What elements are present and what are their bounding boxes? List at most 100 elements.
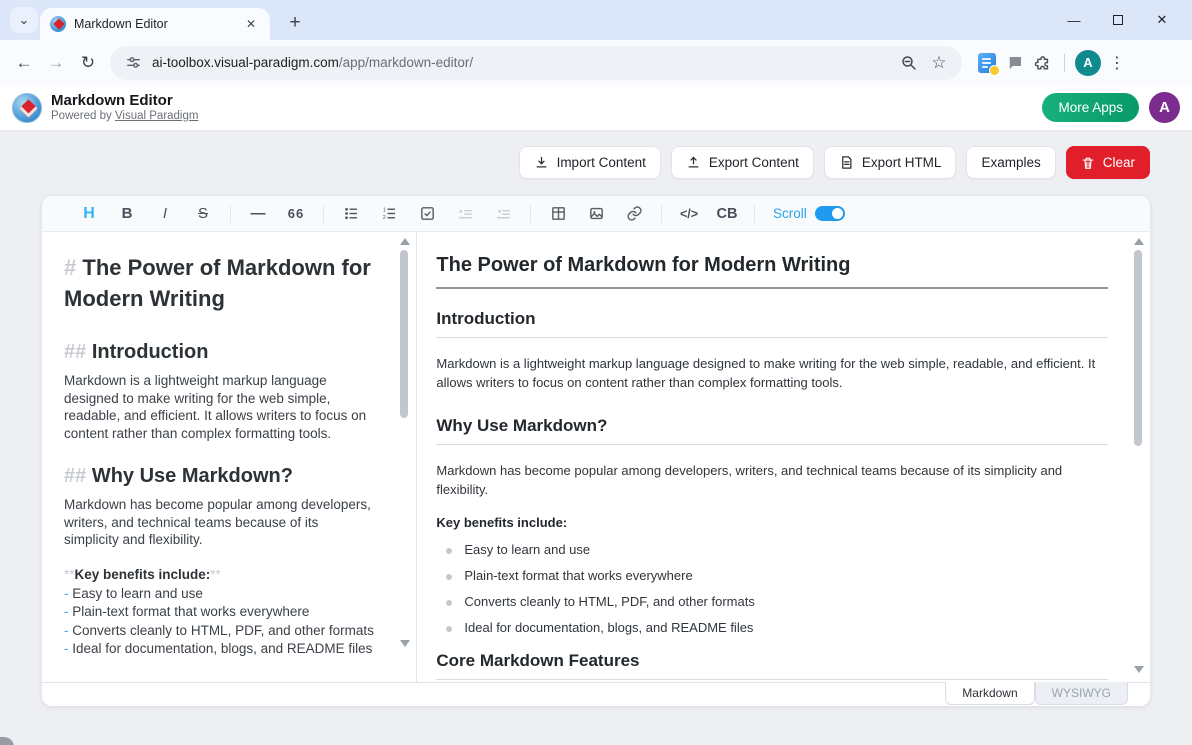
ordered-list-icon: 1 2 (381, 205, 398, 222)
browser-tab[interactable]: Markdown Editor ✕ (40, 8, 270, 40)
new-tab-button[interactable]: + (282, 10, 308, 36)
link-button[interactable] (619, 201, 649, 227)
svg-text:1: 1 (382, 207, 385, 213)
forward-button[interactable]: → (40, 47, 72, 79)
browser-menu-icon[interactable]: ⋮ (1107, 53, 1127, 73)
code-block-button[interactable]: CB (712, 201, 742, 227)
tab-markdown[interactable]: Markdown (945, 682, 1034, 705)
scroll-up-icon[interactable] (400, 238, 410, 245)
benefit-text: Easy to learn and use (72, 586, 203, 601)
browser-toolbar: ← → ↻ ai-toolbox.visual-paradigm.com/app… (0, 40, 1192, 85)
app-header: Markdown Editor Powered by Visual Paradi… (0, 85, 1192, 131)
site-settings-icon[interactable] (122, 52, 144, 74)
svg-text:2: 2 (382, 215, 385, 221)
url-text: ai-toolbox.visual-paradigm.com/app/markd… (152, 55, 890, 70)
source-why-text: Markdown has become popular among develo… (64, 496, 376, 549)
floating-corner-widget[interactable] (0, 737, 14, 745)
ordered-list-button[interactable]: 1 2 (374, 201, 404, 227)
reload-button[interactable]: ↻ (72, 47, 104, 79)
browser-profile-avatar[interactable]: A (1075, 50, 1101, 76)
source-scrollbar[interactable] (398, 236, 410, 677)
horizontal-rule-button[interactable]: — (243, 201, 273, 227)
clear-button[interactable]: Clear (1066, 146, 1150, 179)
app-titles: Markdown Editor Powered by Visual Paradi… (51, 92, 198, 124)
markdown-source-pane[interactable]: # The Power of Markdown for Modern Writi… (42, 232, 416, 682)
export-html-button[interactable]: Export HTML (824, 146, 957, 179)
inline-code-button[interactable]: </> (674, 201, 704, 227)
chevron-down-icon: ⌄ (19, 12, 30, 28)
tab-close-icon[interactable]: ✕ (242, 15, 260, 33)
document-actions: Import Content Export Content Export HTM… (519, 146, 1150, 179)
preview-h1: The Power of Markdown for Modern Writing (436, 254, 1108, 289)
tab-search-button[interactable]: ⌄ (10, 7, 38, 33)
source-h1: # The Power of Markdown for Modern Writi… (64, 252, 376, 314)
comment-extension-icon[interactable] (1004, 52, 1026, 74)
dash-marker: - (64, 623, 69, 638)
minimize-button[interactable]: — (1052, 0, 1096, 40)
browser-tab-strip: ⌄ Markdown Editor ✕ + — ✕ (0, 0, 1192, 40)
toolbar-separator (323, 205, 324, 223)
docs-offline-extension-icon[interactable] (976, 52, 998, 74)
examples-button[interactable]: Examples (966, 146, 1055, 179)
visual-paradigm-link[interactable]: Visual Paradigm (115, 110, 199, 122)
export-content-button[interactable]: Export Content (671, 146, 814, 179)
source-list-item: - Converts cleanly to HTML, PDF, and oth… (64, 622, 376, 641)
import-content-button[interactable]: Import Content (519, 146, 661, 179)
source-h2: ## Why Use Markdown? (64, 464, 376, 489)
toolbar-separator (1064, 54, 1065, 72)
table-button[interactable] (543, 201, 573, 227)
preview-scrollbar[interactable] (1132, 236, 1144, 677)
scroll-sync-control[interactable]: Scroll (773, 206, 845, 221)
scroll-down-icon[interactable] (1134, 666, 1144, 673)
outdent-button[interactable] (488, 201, 518, 227)
benefit-text: Converts cleanly to HTML, PDF, and other… (72, 623, 374, 638)
site-favicon-icon (50, 16, 66, 32)
examples-label: Examples (981, 155, 1040, 170)
bookmark-star-icon[interactable]: ☆ (928, 52, 950, 74)
zoom-out-icon[interactable] (898, 52, 920, 74)
italic-button[interactable]: I (150, 201, 180, 227)
source-why-heading: Why Use Markdown? (92, 465, 293, 487)
strikethrough-button[interactable]: S (188, 201, 218, 227)
source-title-text: The Power of Markdown for Modern Writing (64, 255, 371, 311)
more-apps-button[interactable]: More Apps (1042, 93, 1139, 122)
list-item: Plain-text format that works everywhere (446, 568, 1108, 583)
outdent-icon (495, 205, 512, 222)
extensions-puzzle-icon[interactable] (1032, 52, 1054, 74)
list-item: Converts cleanly to HTML, PDF, and other… (446, 594, 1108, 609)
file-icon (839, 155, 854, 170)
source-intro-text: Markdown is a lightweight markup languag… (64, 372, 376, 442)
address-bar[interactable]: ai-toolbox.visual-paradigm.com/app/markd… (110, 46, 962, 80)
image-button[interactable] (581, 201, 611, 227)
maximize-button[interactable] (1096, 0, 1140, 40)
source-h2: ## Introduction (64, 340, 376, 365)
tab-wysiwyg[interactable]: WYSIWYG (1035, 682, 1128, 705)
scroll-up-icon[interactable] (1134, 238, 1144, 245)
user-avatar[interactable]: A (1149, 92, 1180, 123)
scrollbar-thumb[interactable] (400, 250, 408, 418)
task-list-button[interactable] (412, 201, 442, 227)
preview-h2: Introduction (436, 309, 1108, 338)
bold-button[interactable]: B (112, 201, 142, 227)
toolbar-separator (230, 205, 231, 223)
h2-marker: ## (64, 341, 86, 363)
bullet-list-icon (343, 205, 360, 222)
benefit-text: Ideal for documentation, blogs, and READ… (72, 641, 372, 656)
heading-button[interactable]: H (74, 201, 104, 227)
page-body: Import Content Export Content Export HTM… (0, 131, 1192, 745)
formatting-toolbar: H B I S — 66 1 2 (42, 196, 1150, 232)
toolbar-separator (530, 205, 531, 223)
scroll-down-icon[interactable] (400, 640, 410, 647)
maximize-icon (1113, 15, 1123, 25)
scrollbar-thumb[interactable] (1134, 250, 1142, 446)
scroll-toggle[interactable] (815, 206, 845, 221)
blockquote-button[interactable]: 66 (281, 201, 311, 227)
source-intro-heading: Introduction (92, 341, 209, 363)
link-icon (626, 205, 643, 222)
close-window-button[interactable]: ✕ (1140, 0, 1184, 40)
bullet-list-button[interactable] (336, 201, 366, 227)
indent-button[interactable] (450, 201, 480, 227)
back-button[interactable]: ← (8, 47, 40, 79)
toolbar-separator (661, 205, 662, 223)
dash-marker: - (64, 586, 69, 601)
